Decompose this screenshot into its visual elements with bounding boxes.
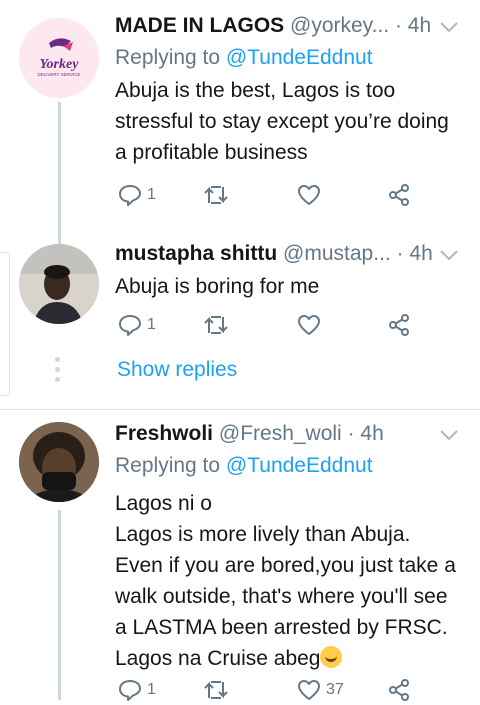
heart-icon [298,315,320,335]
thread-line [58,510,61,700]
share-button[interactable] [387,180,411,210]
like-count: 37 [326,681,344,698]
show-replies-link[interactable]: Show replies [117,358,237,382]
share-button[interactable] [387,310,411,340]
retweet-button[interactable] [203,310,229,340]
more-replies-dots [55,357,60,387]
user-handle[interactable]: @Fresh_woli [219,422,342,445]
rolling-laughing-emoji-icon [320,646,343,668]
reply-icon [119,315,141,336]
share-icon [389,314,409,336]
tweet-mustapha-shittu[interactable]: mustapha shittu @mustap... · 4h Abuja is… [0,230,480,410]
tweet-line: a LASTMA been arrested by FRSC. [115,616,448,639]
thread-line [58,230,61,244]
reply-count: 1 [147,316,156,333]
reply-icon [119,680,141,701]
replying-to: Replying to @TundeEddnut [115,44,466,72]
yorkey-logo-icon: Yorkey DELIVERY SERVICE [19,18,99,98]
reply-button[interactable]: 1 [118,180,156,210]
reply-icon [119,185,141,206]
tweet-line: Lagos ni o [115,492,212,515]
replying-to-user-link[interactable]: @TundeEddnut [226,454,373,477]
retweet-icon [204,186,228,204]
timestamp[interactable]: · 4h [395,14,431,37]
tweet-actions: 1 37 [115,675,435,705]
chevron-down-icon[interactable] [440,430,458,441]
like-button[interactable]: 37 [297,675,344,705]
reply-count: 1 [147,186,156,203]
tweet-line: walk outside, that's where you'll see [115,585,448,608]
timestamp[interactable]: · 4h [397,242,433,265]
tweet-actions: 1 [115,180,435,210]
timestamp[interactable]: · 4h [348,422,384,445]
tweet-text: Abuja is boring for me [115,275,320,298]
tweet-actions: 1 [115,310,435,340]
heart-icon [298,680,320,700]
reply-button[interactable]: 1 [118,675,156,705]
reply-button[interactable]: 1 [118,310,156,340]
retweet-button[interactable] [203,180,229,210]
retweet-button[interactable] [203,675,229,705]
like-button[interactable] [297,180,321,210]
retweet-icon [204,316,228,334]
replying-to-label: Replying to [115,46,221,69]
tweet-line-last: Lagos na Cruise abeg [115,643,466,674]
profile-photo-icon [19,244,99,324]
replying-to-label: Replying to [115,454,221,477]
replying-to-user-link[interactable]: @TundeEddnut [226,46,373,69]
tweet-text: Abuja is the best, Lagos is too stressfu… [115,79,449,164]
display-name[interactable]: Freshwoli [115,422,213,445]
chevron-down-icon[interactable] [440,250,458,261]
heart-icon [298,185,320,205]
share-button[interactable] [387,675,411,705]
display-name[interactable]: MADE IN LAGOS [115,14,284,37]
reply-count: 1 [147,681,156,698]
user-handle[interactable]: @mustap... [283,242,391,265]
tweet-line: Even if you are bored,you just take a [115,554,456,577]
like-button[interactable] [297,310,321,340]
avatar-mustapha[interactable] [19,244,99,324]
display-name[interactable]: mustapha shittu [115,242,277,265]
chevron-down-icon[interactable] [440,22,458,33]
tweet-line: Lagos is more lively than Abuja. [115,523,411,546]
tweet-freshwoli[interactable]: Freshwoli @Fresh_woli · 4h Replying to @… [0,410,480,701]
profile-photo-icon [19,422,99,502]
logo-subtext: DELIVERY SERVICE [37,72,80,77]
user-handle[interactable]: @yorkey... [290,14,389,37]
thread-line [58,102,61,230]
replying-to: Replying to @TundeEddnut [115,452,466,480]
retweet-icon [204,681,228,699]
share-icon [389,184,409,206]
tweet-made-in-lagos[interactable]: Yorkey DELIVERY SERVICE MADE IN LAGOS @y… [0,0,480,230]
avatar-freshwoli[interactable] [19,422,99,502]
logo-text: Yorkey [40,57,80,72]
tweet-text: Lagos ni o Lagos is more lively than Abu… [115,488,466,674]
tweet-line: Lagos na Cruise abeg [115,647,321,670]
avatar-yorkey-logo[interactable]: Yorkey DELIVERY SERVICE [19,18,99,98]
share-icon [389,679,409,701]
